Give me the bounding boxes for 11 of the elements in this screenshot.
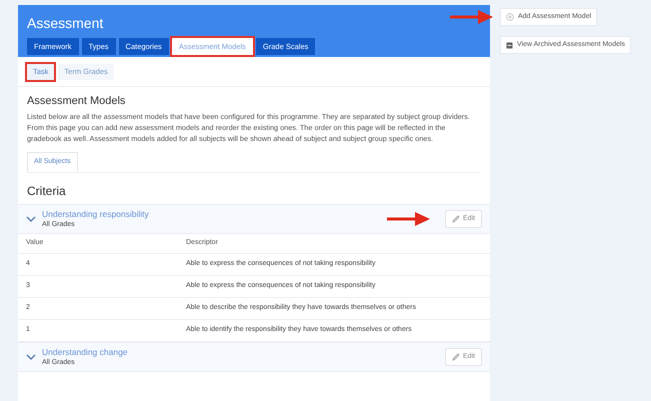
criterion-name[interactable]: Understanding change [42,347,431,358]
criterion-name[interactable]: Understanding responsibility [42,209,379,220]
pencil-icon [452,215,460,223]
criteria-heading: Criteria [27,183,67,199]
archive-icon [506,42,513,48]
section-heading: Assessment Models [27,94,126,108]
chevron-down-icon[interactable] [26,216,36,222]
chevron-down-icon[interactable] [26,354,36,360]
page-title: Assessment [27,14,104,32]
plus-circle-icon [506,13,514,21]
pencil-icon [452,353,460,361]
